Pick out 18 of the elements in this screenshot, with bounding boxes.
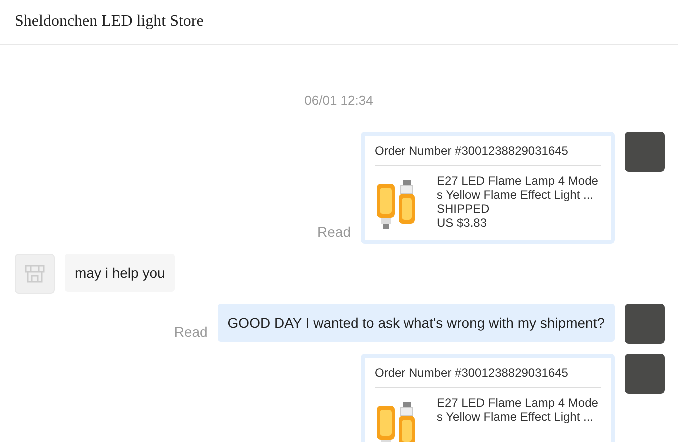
product-title: E27 LED Flame Lamp 4 Modes Yellow Flame Effect Light ... [437,396,599,424]
order-card[interactable]: Order Number #3001238829031645 E27 LED Flame Lamp 4 Modes Yellow Flame Effect Light ... [361,354,615,442]
avatar-photo [625,354,665,394]
storefront-icon [24,264,46,284]
product-price: US $3.83 [437,216,488,230]
shipping-status: SHIPPED [437,202,491,216]
order-number: Order Number #3001238829031645 [375,366,568,380]
message-bubble: may i help you [65,254,176,292]
avatar-photo [625,304,665,344]
product-title: E27 LED Flame Lamp 4 Modes Yellow Flame Effect Light ... [437,174,599,202]
store-title: Sheldonchen LED light Store [15,13,204,31]
order-number: Order Number #3001238829031645 [375,144,568,158]
message-timestamp: 06/01 12:34 [304,93,374,108]
order-card[interactable]: Order Number #3001238829031645 E27 LED Flame Lamp 4 Modes Yellow Flame Effect Light ... SHIPPED US $3.83 [361,132,615,244]
read-receipt: Read [174,324,208,340]
avatar-photo [625,132,665,172]
message-bubble: GOOD DAY I wanted to ask what's wrong with my shipment? [218,304,615,342]
read-receipt: Read [318,224,351,240]
